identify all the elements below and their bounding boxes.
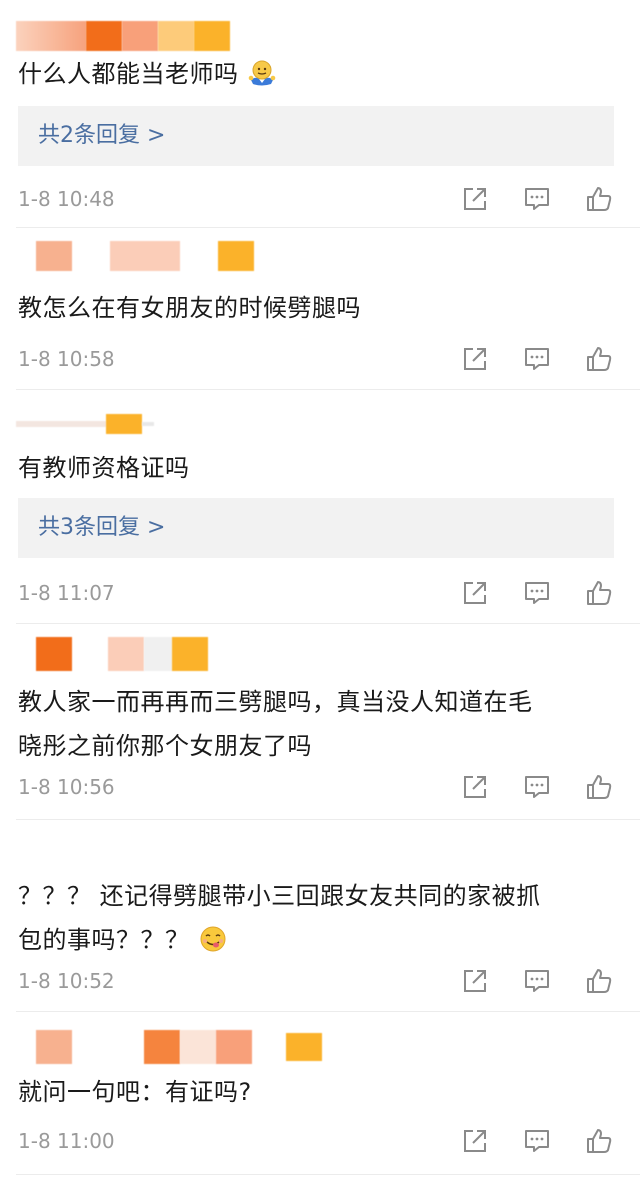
comment-icon[interactable] xyxy=(522,184,552,214)
like-icon[interactable] xyxy=(584,578,614,608)
redacted-block xyxy=(158,21,194,51)
comment-actions xyxy=(460,183,614,215)
comment-text: 什么人都能当老师吗 xyxy=(18,52,618,96)
redacted-block xyxy=(16,21,86,51)
like-icon[interactable] xyxy=(584,966,614,996)
redacted-block xyxy=(218,241,254,271)
share-icon[interactable] xyxy=(460,184,490,214)
comment-body: 什么人都能当老师吗 xyxy=(18,60,239,88)
redacted-block xyxy=(72,639,108,669)
comment-icon[interactable] xyxy=(522,966,552,996)
comment-body-line: 包的事吗？？？ xyxy=(18,926,190,954)
comment-item: ？？？ 还记得劈腿带小三回跟女友共同的家被抓 包的事吗？？？ 1-8 10:52 xyxy=(0,820,640,1012)
redacted-block xyxy=(36,1030,72,1064)
username-redacted[interactable] xyxy=(16,636,208,672)
comment-timestamp: 1-8 10:48 xyxy=(18,187,115,211)
comment-item: 什么人都能当老师吗 共2条回复 > 1-8 10:48 xyxy=(0,0,640,228)
redacted-block xyxy=(72,241,110,271)
comment-body-line: 教人家一而再再而三劈腿吗，真当没人知道在毛 xyxy=(18,688,533,716)
redacted-block xyxy=(286,1033,322,1061)
comment-actions xyxy=(460,1125,614,1157)
redacted-block xyxy=(180,241,218,271)
redacted-block xyxy=(180,1030,216,1064)
shrug-emoji-icon xyxy=(247,58,277,88)
redacted-block xyxy=(144,1030,180,1064)
reply-count-link[interactable]: 共2条回复 > xyxy=(18,106,614,166)
comment-body-line: 晓彤之前你那个女朋友了吗 xyxy=(18,732,312,760)
comment-timestamp: 1-8 10:58 xyxy=(18,347,115,371)
redacted-block xyxy=(16,1032,36,1062)
comment-item: 教怎么在有女朋友的时候劈腿吗 1-8 10:58 xyxy=(0,228,640,390)
redacted-block xyxy=(122,21,158,51)
share-icon[interactable] xyxy=(460,1126,490,1156)
like-icon[interactable] xyxy=(584,1126,614,1156)
comment-icon[interactable] xyxy=(522,772,552,802)
redacted-block xyxy=(36,241,72,271)
comment-item: 教人家一而再再而三劈腿吗，真当没人知道在毛 晓彤之前你那个女朋友了吗 1-8 1… xyxy=(0,624,640,820)
comment-timestamp: 1-8 11:07 xyxy=(18,581,115,605)
comment-actions xyxy=(460,343,614,375)
comment-text: 教怎么在有女朋友的时候劈腿吗 xyxy=(18,294,361,322)
username-redacted[interactable] xyxy=(16,240,254,272)
redacted-block xyxy=(144,637,172,671)
comment-text: 就问一句吧：有证吗? xyxy=(18,1078,252,1106)
share-icon[interactable] xyxy=(460,966,490,996)
like-icon[interactable] xyxy=(584,344,614,374)
comment-body-line: ？？？ 还记得劈腿带小三回跟女友共同的家被抓 xyxy=(18,882,541,910)
redacted-block xyxy=(16,639,36,669)
reply-count-link[interactable]: 共3条回复 > xyxy=(18,498,614,558)
yum-emoji-icon xyxy=(198,924,228,954)
share-icon[interactable] xyxy=(460,578,490,608)
like-icon[interactable] xyxy=(584,772,614,802)
comment-timestamp: 1-8 11:00 xyxy=(18,1129,115,1153)
redacted-block xyxy=(86,21,122,51)
comment-icon[interactable] xyxy=(522,578,552,608)
comment-item: 有教师资格证吗 共3条回复 > 1-8 11:07 xyxy=(0,390,640,624)
comment-item: 就问一句吧：有证吗? 1-8 11:00 xyxy=(0,1012,640,1177)
comment-icon[interactable] xyxy=(522,344,552,374)
redacted-block xyxy=(216,1030,252,1064)
redacted-block xyxy=(110,241,180,271)
comment-text: ？？？ 还记得劈腿带小三回跟女友共同的家被抓 包的事吗？？？ xyxy=(18,874,618,962)
comment-actions xyxy=(460,771,614,803)
redacted-block xyxy=(16,241,36,271)
redacted-block xyxy=(142,422,154,426)
comment-text: 教人家一而再再而三劈腿吗，真当没人知道在毛 晓彤之前你那个女朋友了吗 xyxy=(18,680,618,768)
comment-body-line-wrap: 包的事吗？？？ xyxy=(18,918,618,962)
comment-actions xyxy=(460,577,614,609)
share-icon[interactable] xyxy=(460,344,490,374)
username-redacted[interactable] xyxy=(16,1030,322,1064)
like-icon[interactable] xyxy=(584,184,614,214)
comment-timestamp: 1-8 10:52 xyxy=(18,969,115,993)
username-redacted[interactable] xyxy=(16,20,230,52)
share-icon[interactable] xyxy=(460,772,490,802)
redacted-block xyxy=(108,637,144,671)
username-redacted[interactable] xyxy=(16,414,154,434)
redacted-block xyxy=(36,637,72,671)
comment-text: 有教师资格证吗 xyxy=(18,454,190,482)
redacted-block xyxy=(252,1032,286,1062)
redacted-block xyxy=(16,421,106,427)
comment-actions xyxy=(460,965,614,997)
redacted-block xyxy=(172,637,208,671)
redacted-block xyxy=(72,1032,144,1062)
comment-timestamp: 1-8 10:56 xyxy=(18,775,115,799)
redacted-block xyxy=(106,414,142,434)
redacted-block xyxy=(194,21,230,51)
comment-icon[interactable] xyxy=(522,1126,552,1156)
divider xyxy=(16,1174,640,1175)
